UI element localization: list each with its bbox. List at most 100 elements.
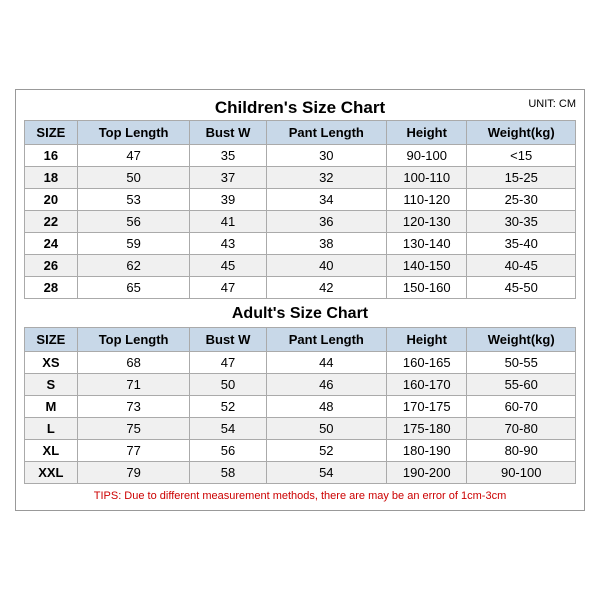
- table-cell: 40: [266, 255, 387, 277]
- table-cell: 50: [77, 167, 190, 189]
- table-cell: 55-60: [467, 374, 576, 396]
- chart-container: Children's Size Chart UNIT: CM SIZE Top …: [15, 89, 585, 511]
- table-cell: 62: [77, 255, 190, 277]
- table-cell: 42: [266, 277, 387, 299]
- table-cell: 50-55: [467, 352, 576, 374]
- table-cell: 26: [25, 255, 78, 277]
- table-cell: 100-110: [387, 167, 467, 189]
- table-cell: 59: [77, 233, 190, 255]
- table-row: XS684744160-16550-55: [25, 352, 576, 374]
- table-cell: 50: [190, 374, 266, 396]
- table-cell: <15: [467, 145, 576, 167]
- table-cell: 47: [190, 352, 266, 374]
- table-cell: 41: [190, 211, 266, 233]
- table-cell: XS: [25, 352, 78, 374]
- table-row: 24594338130-14035-40: [25, 233, 576, 255]
- table-cell: 30: [266, 145, 387, 167]
- table-cell: 52: [190, 396, 266, 418]
- children-col-bust-w: Bust W: [190, 121, 266, 145]
- table-cell: 34: [266, 189, 387, 211]
- table-cell: 22: [25, 211, 78, 233]
- table-row: 1647353090-100<15: [25, 145, 576, 167]
- table-cell: 56: [190, 440, 266, 462]
- table-cell: 50: [266, 418, 387, 440]
- children-col-pant-length: Pant Length: [266, 121, 387, 145]
- table-cell: 38: [266, 233, 387, 255]
- adults-col-weight: Weight(kg): [467, 328, 576, 352]
- main-title: Children's Size Chart UNIT: CM: [24, 98, 576, 118]
- table-row: M735248170-17560-70: [25, 396, 576, 418]
- children-chart-title: Children's Size Chart: [215, 98, 385, 117]
- table-cell: 43: [190, 233, 266, 255]
- adults-col-bust-w: Bust W: [190, 328, 266, 352]
- table-cell: 58: [190, 462, 266, 484]
- table-cell: 46: [266, 374, 387, 396]
- table-cell: 190-200: [387, 462, 467, 484]
- table-cell: 37: [190, 167, 266, 189]
- unit-label: UNIT: CM: [528, 98, 576, 110]
- table-cell: 52: [266, 440, 387, 462]
- adults-size-table: SIZE Top Length Bust W Pant Length Heigh…: [24, 327, 576, 484]
- adults-col-top-length: Top Length: [77, 328, 190, 352]
- adults-col-height: Height: [387, 328, 467, 352]
- table-cell: 44: [266, 352, 387, 374]
- table-cell: 36: [266, 211, 387, 233]
- adults-col-pant-length: Pant Length: [266, 328, 387, 352]
- adults-header-row: SIZE Top Length Bust W Pant Length Heigh…: [25, 328, 576, 352]
- table-cell: 54: [266, 462, 387, 484]
- table-cell: 90-100: [467, 462, 576, 484]
- table-cell: 180-190: [387, 440, 467, 462]
- table-cell: 140-150: [387, 255, 467, 277]
- table-cell: 24: [25, 233, 78, 255]
- table-row: XXL795854190-20090-100: [25, 462, 576, 484]
- table-cell: 175-180: [387, 418, 467, 440]
- table-cell: 35: [190, 145, 266, 167]
- table-cell: XXL: [25, 462, 78, 484]
- table-row: 22564136120-13030-35: [25, 211, 576, 233]
- table-cell: 120-130: [387, 211, 467, 233]
- table-cell: XL: [25, 440, 78, 462]
- table-cell: 80-90: [467, 440, 576, 462]
- table-cell: 45: [190, 255, 266, 277]
- table-cell: 77: [77, 440, 190, 462]
- table-cell: 47: [190, 277, 266, 299]
- children-col-weight: Weight(kg): [467, 121, 576, 145]
- table-cell: 170-175: [387, 396, 467, 418]
- table-cell: 35-40: [467, 233, 576, 255]
- table-cell: 90-100: [387, 145, 467, 167]
- table-cell: 54: [190, 418, 266, 440]
- table-row: 26624540140-15040-45: [25, 255, 576, 277]
- table-cell: 16: [25, 145, 78, 167]
- adults-chart-title: Adult's Size Chart: [24, 305, 576, 323]
- table-cell: 70-80: [467, 418, 576, 440]
- table-cell: 48: [266, 396, 387, 418]
- table-cell: 150-160: [387, 277, 467, 299]
- table-cell: M: [25, 396, 78, 418]
- children-col-size: SIZE: [25, 121, 78, 145]
- table-cell: 25-30: [467, 189, 576, 211]
- table-cell: 160-165: [387, 352, 467, 374]
- table-cell: 28: [25, 277, 78, 299]
- table-cell: 20: [25, 189, 78, 211]
- table-cell: 30-35: [467, 211, 576, 233]
- table-cell: 75: [77, 418, 190, 440]
- table-cell: S: [25, 374, 78, 396]
- table-cell: 130-140: [387, 233, 467, 255]
- table-cell: L: [25, 418, 78, 440]
- table-cell: 68: [77, 352, 190, 374]
- table-row: 18503732100-11015-25: [25, 167, 576, 189]
- table-cell: 110-120: [387, 189, 467, 211]
- table-cell: 39: [190, 189, 266, 211]
- table-cell: 79: [77, 462, 190, 484]
- table-cell: 40-45: [467, 255, 576, 277]
- table-cell: 65: [77, 277, 190, 299]
- tips-text: TIPS: Due to different measurement metho…: [24, 490, 576, 502]
- table-cell: 15-25: [467, 167, 576, 189]
- table-row: S715046160-17055-60: [25, 374, 576, 396]
- table-cell: 73: [77, 396, 190, 418]
- table-row: 20533934110-12025-30: [25, 189, 576, 211]
- table-cell: 56: [77, 211, 190, 233]
- table-cell: 71: [77, 374, 190, 396]
- table-row: XL775652180-19080-90: [25, 440, 576, 462]
- table-row: L755450175-18070-80: [25, 418, 576, 440]
